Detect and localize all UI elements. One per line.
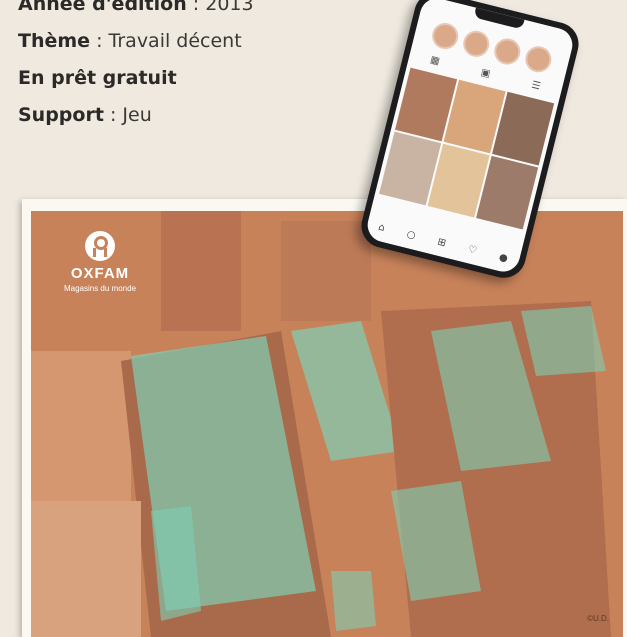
loan-row: En prêt gratuit — [18, 60, 254, 97]
oxfam-logo: OXFAM Magasins du monde — [47, 231, 153, 293]
heart-icon: ♡ — [466, 244, 479, 257]
loan-label: En prêt gratuit — [18, 67, 177, 89]
item-details: Année d'édition : 2013 Thème : Travail d… — [18, 0, 254, 134]
edition-label: Année d'édition — [18, 0, 187, 15]
logo-name: OXFAM — [70, 265, 130, 282]
photo-grid — [379, 67, 555, 230]
home-icon: ⌂ — [377, 221, 386, 234]
search-icon: ○ — [405, 228, 417, 242]
grid-icon: ▦ — [429, 54, 441, 68]
profile-icon: ● — [497, 251, 509, 265]
theme-row: Thème : Travail décent — [18, 30, 242, 52]
edition-value: 2013 — [205, 0, 254, 15]
theme-value: Travail décent — [108, 30, 242, 52]
oxfam-logo-icon — [85, 231, 115, 261]
support-value: Jeu — [122, 104, 152, 126]
add-icon: ⊞ — [436, 236, 448, 250]
game-poster: OXFAM Magasins du monde ©U.D. — [22, 199, 627, 637]
support-row: Support : Jeu — [18, 104, 152, 126]
story-avatar — [491, 35, 524, 68]
phone-notch — [473, 7, 525, 30]
reels-icon: ▣ — [479, 66, 492, 80]
story-avatar — [522, 43, 555, 76]
theme-label: Thème — [18, 30, 91, 52]
menu-icon: ☰ — [530, 79, 542, 93]
logo-tagline: Magasins du monde — [63, 284, 137, 293]
story-avatar — [460, 28, 493, 60]
poster-illustration: OXFAM Magasins du monde ©U.D. — [31, 211, 623, 637]
artist-signature: ©U.D. — [587, 614, 609, 623]
story-avatar — [429, 20, 461, 52]
support-label: Support — [18, 104, 104, 126]
edition-row: Année d'édition : 2013 — [18, 0, 254, 23]
